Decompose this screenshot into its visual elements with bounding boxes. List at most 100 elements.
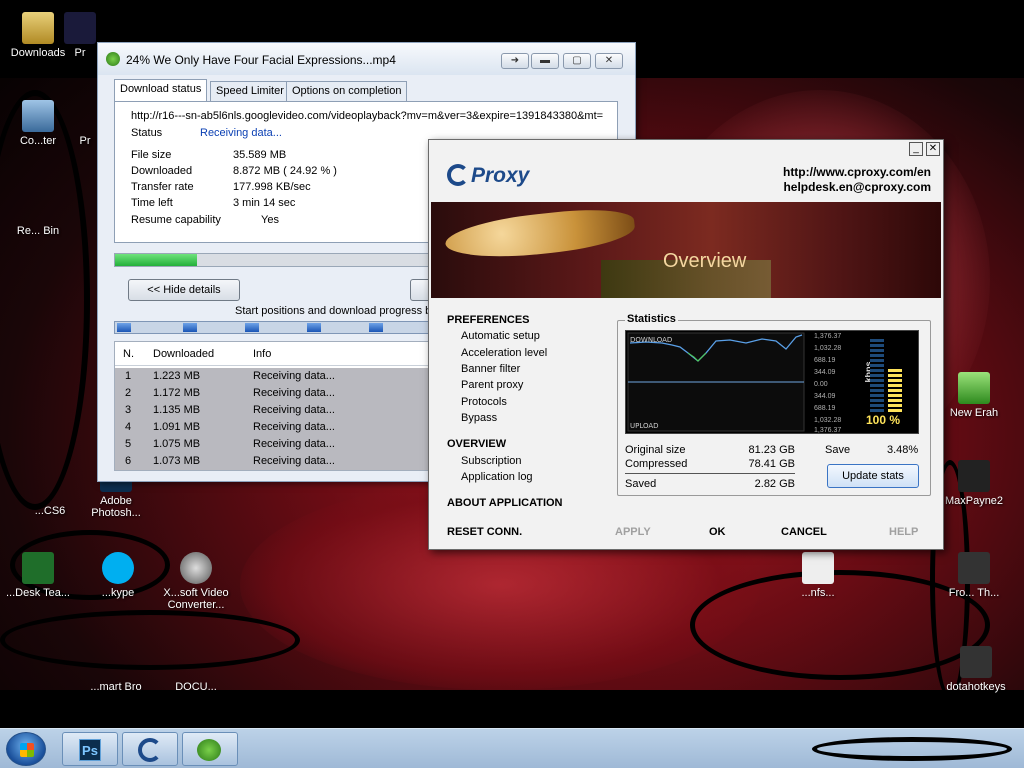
desktop-icon-frozen-throne[interactable]: Fro... Th... <box>936 552 1012 599</box>
desktop-icon-dotahotkeys[interactable]: dotahotkeys <box>934 646 1018 693</box>
website-link[interactable]: http://www.cproxy.com/en <box>783 165 931 179</box>
table-row[interactable]: 4 1.091 MB Receiving data... <box>115 419 443 436</box>
photoshop-icon <box>34 490 66 502</box>
desktop-icon-desk-team[interactable]: ...Desk Tea... <box>0 552 76 599</box>
app-icon <box>960 646 992 678</box>
reset-connection-button[interactable]: RESET CONN. <box>447 526 522 538</box>
segment-marker <box>369 323 383 332</box>
tab-speed-limiter[interactable]: Speed Limiter <box>210 81 290 101</box>
minimize-icon: _ <box>913 143 919 154</box>
time-left-value: 3 min 14 sec <box>233 197 296 209</box>
table-row[interactable]: 6 1.073 MB Receiving data... <box>115 453 443 470</box>
row-downloaded: 1.091 MB <box>153 421 201 433</box>
tick-label: 1,032.28 <box>814 417 842 424</box>
row-info: Receiving data... <box>253 404 335 416</box>
window-title-bar[interactable]: 24% We Only Have Four Facial Expressions… <box>98 43 635 75</box>
column-header-info[interactable]: Info <box>253 348 271 360</box>
menu-item-parent-proxy[interactable]: Parent proxy <box>461 379 523 391</box>
desktop-icon-docu[interactable]: DOCU... <box>158 646 234 693</box>
maximize-button[interactable]: ▢ <box>563 53 591 69</box>
row-downloaded: 1.073 MB <box>153 455 201 467</box>
tick-label: 688.19 <box>814 357 836 364</box>
menu-item-subscription[interactable]: Subscription <box>461 455 522 467</box>
redaction-scribble <box>812 737 1012 761</box>
taskbar-button-cproxy[interactable] <box>122 732 178 766</box>
row-downloaded: 1.172 MB <box>153 387 201 399</box>
resume-capability-label: Resume capability <box>131 214 221 226</box>
table-row[interactable]: 5 1.075 MB Receiving data... <box>115 436 443 453</box>
segment-marker <box>117 323 131 332</box>
menu-item-banner-filter[interactable]: Banner filter <box>461 363 520 375</box>
desktop-icon-video-converter[interactable]: X...soft Video Converter... <box>158 552 234 611</box>
taskbar-button-photoshop[interactable]: Ps <box>62 732 118 766</box>
desktop-icon-smart-bro[interactable]: ...mart Bro <box>78 646 154 693</box>
download-manager-icon <box>197 739 221 761</box>
wallpaper-bottom-band <box>0 690 1024 728</box>
statistics-title: Statistics <box>625 313 678 325</box>
menu-item-protocols[interactable]: Protocols <box>461 396 507 408</box>
helpdesk-email-link[interactable]: helpdesk.en@cproxy.com <box>783 180 931 194</box>
connections-list[interactable]: N. Downloaded Info 1 1.223 MB Receiving … <box>114 341 444 471</box>
hide-details-button[interactable]: << Hide details <box>128 279 240 301</box>
compressed-label: Compressed <box>625 458 688 470</box>
row-number: 4 <box>125 421 132 433</box>
desktop-icon-recycle-bin[interactable]: Re... Bin <box>0 190 76 237</box>
bandwidth-graph: DOWNLOAD UPLOAD 1,376.37 1,032.28 688.19… <box>625 330 919 434</box>
app-icon <box>64 12 96 44</box>
table-row[interactable]: 1 1.223 MB Receiving data... <box>115 368 443 385</box>
tab-download-status[interactable]: Download status <box>114 79 208 101</box>
tick-label: 688.19 <box>814 405 836 412</box>
bandwidth-line-chart: DOWNLOAD UPLOAD <box>627 332 805 432</box>
taskbar-button-download-manager[interactable] <box>182 732 238 766</box>
table-row[interactable]: 3 1.135 MB Receiving data... <box>115 402 443 419</box>
idm-app-icon <box>106 52 120 66</box>
window-title: 24% We Only Have Four Facial Expressions… <box>126 53 396 67</box>
app-icon <box>100 646 132 678</box>
apply-button[interactable]: APPLY <box>615 526 651 538</box>
file-size-label: File size <box>131 149 172 161</box>
cancel-button[interactable]: CANCEL <box>781 526 827 538</box>
minimize-button[interactable]: _ <box>909 142 923 156</box>
row-info: Receiving data... <box>253 421 335 433</box>
table-row[interactable]: 2 1.172 MB Receiving data... <box>115 385 443 402</box>
desktop-icon-pr[interactable]: Pr <box>60 12 100 59</box>
preferences-header[interactable]: PREFERENCES <box>447 314 530 326</box>
about-application-header[interactable]: ABOUT APPLICATION <box>447 497 563 509</box>
overview-header[interactable]: OVERVIEW <box>447 438 506 450</box>
desktop-icon-new-erah[interactable]: New Erah <box>936 372 1012 419</box>
tab-options-on-completion[interactable]: Options on completion <box>286 81 408 101</box>
menu-item-bypass[interactable]: Bypass <box>461 412 497 424</box>
segment-marker <box>307 323 321 332</box>
taskbar: Ps <box>0 728 1024 768</box>
start-button[interactable] <box>6 732 46 766</box>
menu-item-automatic-setup[interactable]: Automatic setup <box>461 330 540 342</box>
column-header-number[interactable]: N. <box>123 348 134 360</box>
close-icon: ✕ <box>928 143 938 154</box>
desktop-icon-cs6[interactable]: ...CS6 <box>20 490 80 517</box>
row-number: 2 <box>125 387 132 399</box>
menu-item-acceleration-level[interactable]: Acceleration level <box>461 347 547 359</box>
pin-button[interactable]: ➜ <box>501 53 529 69</box>
desktop-icon-skype[interactable]: ...kype <box>80 552 156 599</box>
banner-title: Overview <box>663 250 747 272</box>
desktop-icon-computer[interactable]: Co...ter <box>0 100 76 147</box>
help-button[interactable]: HELP <box>889 526 918 538</box>
overview-banner: Overview <box>431 202 941 298</box>
desktop-icon-pr2[interactable]: Pr <box>70 100 100 147</box>
column-header-downloaded[interactable]: Downloaded <box>153 348 214 360</box>
row-info: Receiving data... <box>253 370 335 382</box>
tick-label: 344.09 <box>814 369 836 376</box>
cproxy-window[interactable]: _ ✕ Proxy http://www.cproxy.com/en helpd… <box>428 139 944 550</box>
desktop-icon-nfs[interactable]: ...nfs... <box>780 552 856 599</box>
cproxy-c-icon <box>447 164 469 186</box>
desktop-icon-maxpayne2[interactable]: MaxPayne2 <box>936 460 1012 507</box>
ok-button[interactable]: OK <box>709 526 726 538</box>
close-button[interactable]: ✕ <box>595 53 623 69</box>
menu-item-application-log[interactable]: Application log <box>461 471 533 483</box>
close-button[interactable]: ✕ <box>926 142 940 156</box>
row-number: 3 <box>125 404 132 416</box>
segment-marker <box>183 323 197 332</box>
tick-label: 1,032.28 <box>814 345 842 352</box>
minimize-button[interactable]: ▬ <box>531 53 559 69</box>
update-stats-button[interactable]: Update stats <box>827 464 919 488</box>
